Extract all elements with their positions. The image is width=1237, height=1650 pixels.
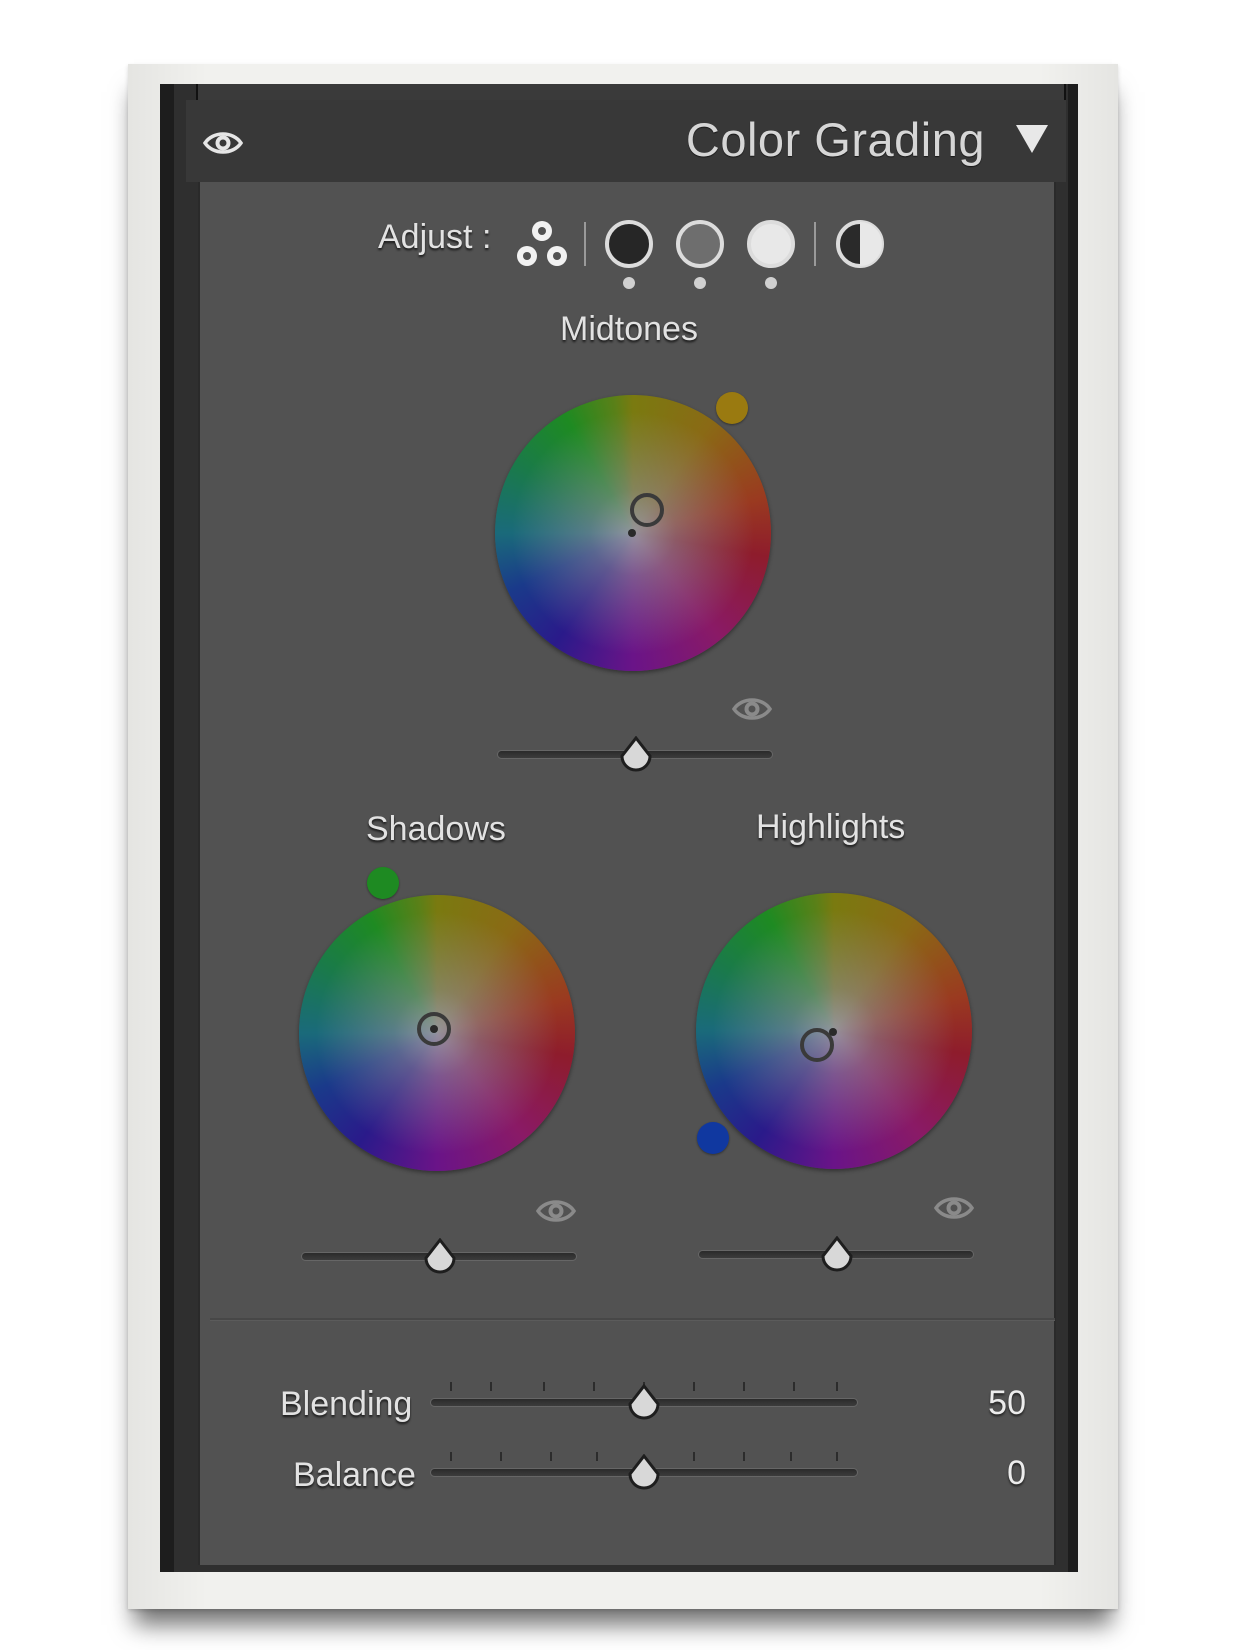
shadows-wheel-marker bbox=[430, 1025, 438, 1033]
shadows-luminance-thumb[interactable] bbox=[422, 1238, 458, 1274]
midtones-circle-icon[interactable] bbox=[674, 218, 726, 270]
panel-title: Color Grading bbox=[685, 113, 985, 166]
midtones-indicator-dot bbox=[694, 277, 706, 289]
adjust-separator-1 bbox=[584, 222, 586, 266]
balance-tick bbox=[693, 1452, 695, 1461]
blending-label: Blending bbox=[280, 1385, 413, 1423]
blending-tick bbox=[593, 1382, 595, 1391]
balance-thumb[interactable] bbox=[626, 1454, 662, 1490]
eye-icon[interactable] bbox=[203, 128, 243, 158]
midtones-eye-icon[interactable] bbox=[732, 694, 772, 724]
balance-tick bbox=[743, 1452, 745, 1461]
midtones-luminance-thumb[interactable] bbox=[618, 736, 654, 772]
global-half-circle-icon[interactable] bbox=[834, 218, 886, 270]
blending-tick bbox=[836, 1382, 838, 1391]
highlights-wheel-marker bbox=[829, 1028, 837, 1036]
blending-tick bbox=[450, 1382, 452, 1391]
blending-tick bbox=[490, 1382, 492, 1391]
three-circles-icon[interactable] bbox=[512, 218, 572, 270]
midtones-wheel-marker bbox=[628, 529, 636, 537]
shadows-hue-dot[interactable] bbox=[367, 867, 399, 899]
highlights-luminance-thumb[interactable] bbox=[819, 1236, 855, 1272]
shadows-circle-icon[interactable] bbox=[603, 218, 655, 270]
midtones-hue-dot[interactable] bbox=[716, 392, 748, 424]
highlights-hue-dot[interactable] bbox=[697, 1122, 729, 1154]
blending-tick bbox=[743, 1382, 745, 1391]
panel-content bbox=[198, 182, 1056, 1565]
blending-thumb[interactable] bbox=[626, 1384, 662, 1420]
blending-tick bbox=[543, 1382, 545, 1391]
section-divider bbox=[210, 1318, 1055, 1321]
blending-tick bbox=[693, 1382, 695, 1391]
blending-tick bbox=[793, 1382, 795, 1391]
balance-tick bbox=[500, 1452, 502, 1461]
highlights-eye-icon[interactable] bbox=[934, 1193, 974, 1223]
balance-tick bbox=[450, 1452, 452, 1461]
highlights-circle-icon[interactable] bbox=[745, 218, 797, 270]
balance-value[interactable]: 0 bbox=[946, 1454, 1026, 1493]
midtones-label: Midtones bbox=[560, 310, 698, 348]
shadows-eye-icon[interactable] bbox=[536, 1196, 576, 1226]
adjust-separator-2 bbox=[814, 222, 816, 266]
chevron-down-icon[interactable] bbox=[1014, 122, 1050, 156]
balance-tick bbox=[836, 1452, 838, 1461]
shadows-indicator-dot bbox=[623, 277, 635, 289]
shadows-label: Shadows bbox=[366, 810, 506, 848]
blending-value[interactable]: 50 bbox=[946, 1384, 1026, 1423]
highlights-label: Highlights bbox=[756, 808, 906, 846]
midtones-wheel-handle[interactable] bbox=[630, 493, 664, 527]
balance-tick bbox=[596, 1452, 598, 1461]
balance-tick bbox=[790, 1452, 792, 1461]
highlights-indicator-dot bbox=[765, 277, 777, 289]
balance-tick bbox=[550, 1452, 552, 1461]
adjust-label: Adjust : bbox=[378, 218, 492, 256]
balance-label: Balance bbox=[293, 1456, 416, 1494]
